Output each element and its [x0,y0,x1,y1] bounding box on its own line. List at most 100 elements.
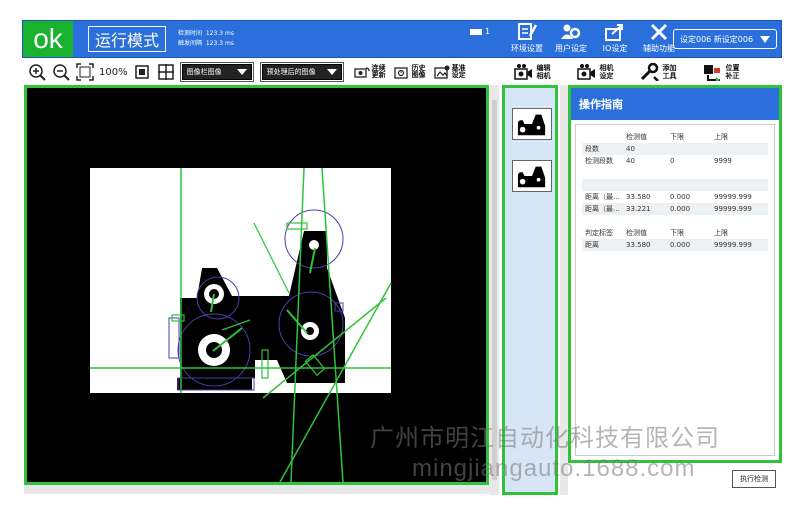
history-image-line2: 图像 [411,71,426,79]
row-upper: 99999.999 [714,241,752,249]
user-settings-button[interactable]: 用户设定 [549,22,593,54]
header-buttons: 环境设置 用户设定 IO设定 辅助功能 [505,22,681,54]
part-thumbnail-icon [517,166,546,188]
table-row: 距离（最… 33.580 0.000 99999.999 [582,191,768,203]
camera-icon [513,64,532,80]
wrench-icon [640,63,659,81]
preset-value: 设定006 新设定006 [680,34,754,44]
continuous-update-line2: 更新 [371,71,386,79]
row-lower: 0.000 [670,193,691,201]
camera-update-icon [353,67,370,78]
table-spacer [582,167,768,179]
position-correction-icon [703,65,720,81]
chevron-down-icon [236,69,247,75]
col-value: 检测值 [626,229,647,237]
fit-window-icon [76,63,94,81]
row-value: 33.580 [626,241,651,249]
run-mode-button[interactable]: 运行模式 [88,26,167,52]
row-value: 40 [626,157,635,165]
grid-icon [157,64,174,80]
position-correction-button[interactable]: 位置 补正 [689,63,752,81]
run-inspection-button[interactable]: 执行检测 [732,470,776,488]
preset-dropdown[interactable]: 设定006 新设定006 [673,29,777,49]
environment-settings-icon [518,23,538,40]
io-settings-icon [605,24,623,41]
col-upper: 上限 [714,229,728,237]
io-settings-label: IO设定 [602,44,628,53]
camera-settings-line2: 设定 [599,72,614,80]
edit-camera-line1: 编辑 [536,64,551,72]
timing-info: 检测时间 123.3 ms 触发间隔 123.3 ms [178,29,234,49]
edit-camera-button[interactable]: 编辑 相机 [500,63,563,81]
environment-settings-button[interactable]: 环境设置 [505,22,549,54]
trigger-interval-value: 123.3 ms [205,40,234,47]
table-row: 段数 40 [582,143,768,155]
chevron-down-icon [326,69,337,75]
process-select-wrapper: 预处理后的图像 [259,62,344,82]
tool-thumbnail-1[interactable] [512,108,552,140]
table-row: 距离（最… 33.221 0.000 99999.999 [582,203,768,215]
table-row: 距离 33.580 0.000 99999.999 [582,239,768,251]
row-lower: 0.000 [670,205,691,213]
processed-image-value: 预处理后的图像 [266,68,316,76]
history-image-button[interactable]: 历史 图像 [393,65,426,79]
row-lower: 0 [670,157,675,165]
environment-settings-label: 环境设置 [511,44,543,53]
watermark-company: 广州市明江自动化科技有限公司 [370,425,720,452]
row-lower: 0.000 [670,241,691,249]
table-spacer [582,215,768,227]
camera-settings-button[interactable]: 相机 设定 [563,63,626,81]
image-source-select[interactable]: 图像栏图像 [181,64,252,80]
camera-bar-icon [470,28,482,35]
zoom-out-button[interactable] [51,62,71,82]
row-label: 距离（最… [585,193,620,201]
row-value: 33.580 [626,193,651,201]
table-spacer [582,179,768,191]
guide-results: 检测值 下限 上限 段数 40 检测段数 40 0 9999 距离（最… 33.… [575,124,775,456]
row-label: 段数 [585,145,599,153]
zoom-out-icon [53,64,70,81]
row-label: 距离（最… [585,205,620,213]
user-settings-label: 用户设定 [555,44,587,53]
detect-time-value: 123.3 ms [205,30,234,37]
tool-thumbnail-2[interactable] [512,160,552,192]
row-value: 40 [626,145,635,153]
history-image-icon [393,67,408,79]
io-settings-button[interactable]: IO设定 [593,22,637,54]
continuous-update-button[interactable]: 连续 更新 [353,65,386,79]
zoom-in-icon [29,64,46,81]
camera-indicator: 1 [470,27,490,36]
add-tool-button[interactable]: 添加 工具 [626,63,689,81]
table-row: 检测段数 40 0 9999 [582,155,768,167]
operation-guide-panel: 操作指南 检测值 下限 上限 段数 40 检测段数 40 0 9999 距离（最… [568,85,782,463]
auxiliary-functions-label: 辅助功能 [643,44,675,53]
status-ok-indicator: ok [23,21,73,57]
row-label: 距离 [585,241,599,249]
add-tool-line1: 添加 [662,64,677,72]
row-upper: 9999 [714,157,732,165]
zoom-level: 100% [99,66,128,78]
user-settings-icon [561,24,581,39]
col-upper: 上限 [714,133,728,141]
viewer-horizontal-scrollbar[interactable] [24,485,490,494]
reference-setting-line2: 设定 [451,71,466,79]
row-upper: 99999.999 [714,205,752,213]
camera-settings-icon [576,64,595,80]
watermark-url: mingjiangauto.1688.com [412,455,696,482]
guide-title: 操作指南 [571,88,779,120]
edit-camera-line2: 相机 [536,72,551,80]
reference-setting-button[interactable]: 基准 设定 [433,65,466,79]
row-label: 检测段数 [585,157,613,165]
zoom-in-button[interactable] [27,62,47,82]
col-lower: 下限 [670,133,684,141]
fit-window-button[interactable] [75,62,95,82]
processed-image-select[interactable]: 预处理后的图像 [261,64,342,80]
viewer-toolbar: 100% 图像栏图像 预处理后的图像 连续 更新 历史 图像 基准 设定 [22,59,497,85]
actual-size-button[interactable] [132,62,152,82]
camera-number: 1 [485,27,491,36]
grid-button[interactable] [156,62,176,82]
col-lower: 下限 [670,229,684,237]
position-correction-line2: 补正 [725,72,740,80]
detect-time-label: 检测时间 [178,30,203,37]
tool-toolbar: 编辑 相机 相机 设定 添加 工具 位置 补正 [500,59,782,85]
